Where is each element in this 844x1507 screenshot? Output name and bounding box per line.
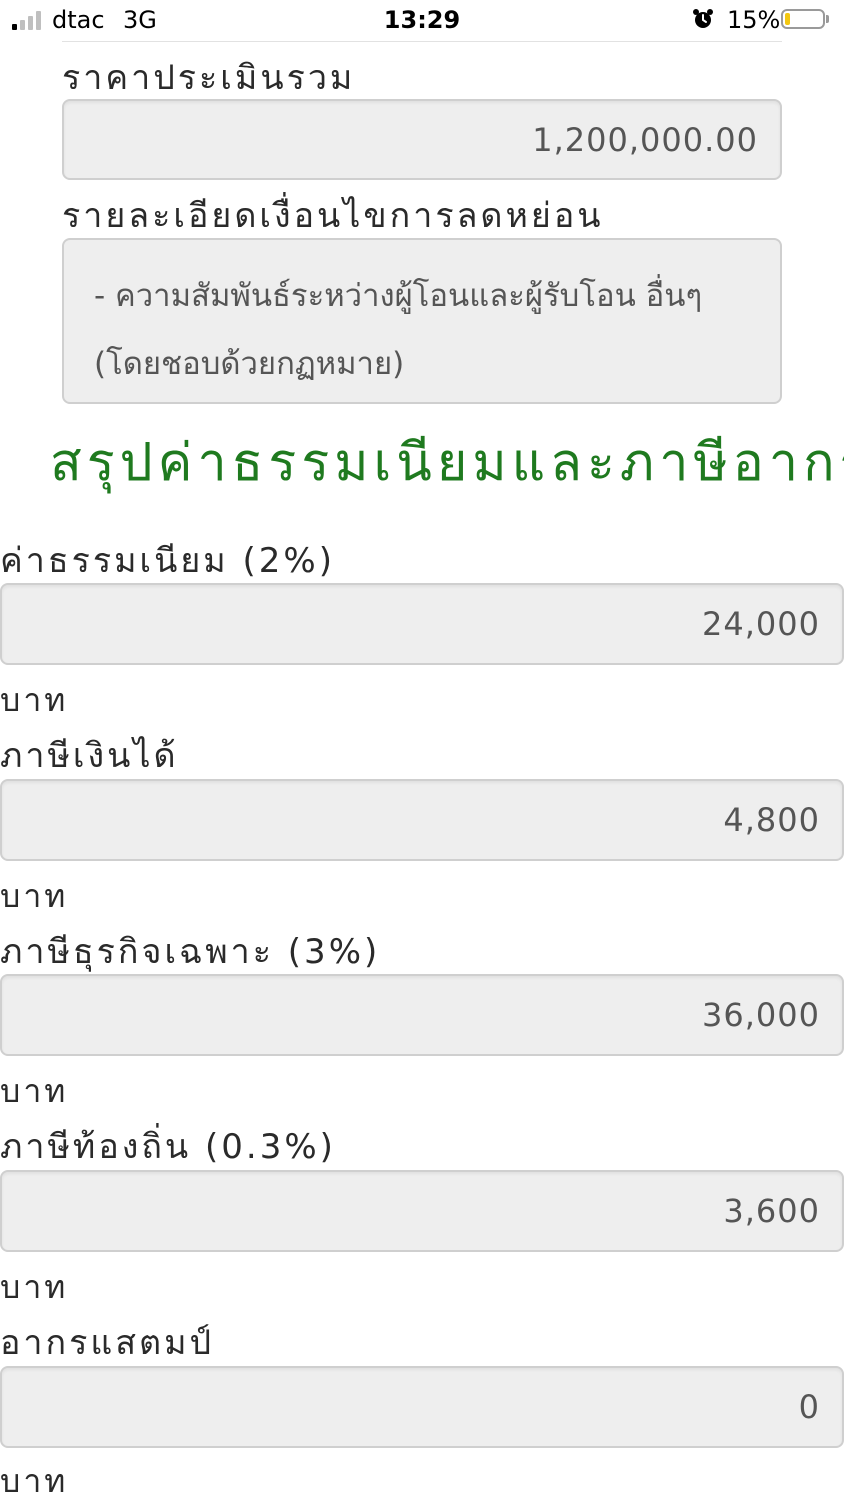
fee-unit-local-tax: บาท [0, 1268, 69, 1306]
fee-label-stamp-duty: อากรแสตมป์ [0, 1323, 215, 1363]
discount-details-label: รายละเอียดเงื่อนไขการลดหย่อน [62, 196, 604, 236]
discount-details-line: - ความสัมพันธ์ระหว่างผู้โอนและผู้รับโอน … [94, 278, 703, 314]
fee-label-local-tax: ภาษีท้องถิ่น (0.3%) [0, 1127, 336, 1167]
fee-unit-registration: บาท [0, 681, 69, 719]
fee-value-local-tax: 3,600 [723, 1192, 820, 1230]
battery-percent: 15% [727, 6, 781, 34]
fee-label-specific-business-tax: ภาษีธุรกิจเฉพาะ (3%) [0, 932, 381, 972]
fee-field-registration[interactable]: 24,000 [0, 583, 844, 665]
status-time: 13:29 [383, 6, 461, 34]
fee-value-stamp-duty: 0 [798, 1388, 820, 1426]
discount-details-line: (โดยชอบด้วยกฏหมาย) [94, 346, 405, 382]
fee-value-specific-business-tax: 36,000 [702, 996, 820, 1034]
alarm-clock-icon [693, 9, 713, 28]
fee-unit-stamp-duty: บาท [0, 1462, 69, 1500]
fee-label-income-tax: ภาษีเงินได้ [0, 736, 179, 776]
fee-unit-income-tax: บาท [0, 877, 69, 915]
battery-icon [781, 9, 825, 29]
fee-value-income-tax: 4,800 [723, 801, 820, 839]
summary-title: สรุปค่าธรรมเนียมและภาษีอากร [50, 433, 844, 493]
status-bar: dtac 3G 13:29 15% [0, 0, 844, 42]
fee-value-registration: 24,000 [702, 605, 820, 643]
discount-details-textarea[interactable]: - ความสัมพันธ์ระหว่างผู้โอนและผู้รับโอน … [62, 238, 782, 404]
fee-field-specific-business-tax[interactable]: 36,000 [0, 974, 844, 1056]
fee-label-registration: ค่าธรรมเนียม (2%) [0, 541, 335, 581]
appraisal-field[interactable]: 1,200,000.00 [62, 99, 782, 180]
fee-field-income-tax[interactable]: 4,800 [0, 779, 844, 861]
appraisal-value: 1,200,000.00 [532, 120, 758, 159]
battery-tip [826, 15, 829, 23]
status-divider [62, 41, 782, 42]
battery-level-fill [785, 13, 790, 25]
fee-field-stamp-duty[interactable]: 0 [0, 1366, 844, 1448]
fee-unit-specific-business-tax: บาท [0, 1072, 69, 1110]
appraisal-label: ราคาประเมินรวม [62, 58, 356, 98]
fee-field-local-tax[interactable]: 3,600 [0, 1170, 844, 1252]
